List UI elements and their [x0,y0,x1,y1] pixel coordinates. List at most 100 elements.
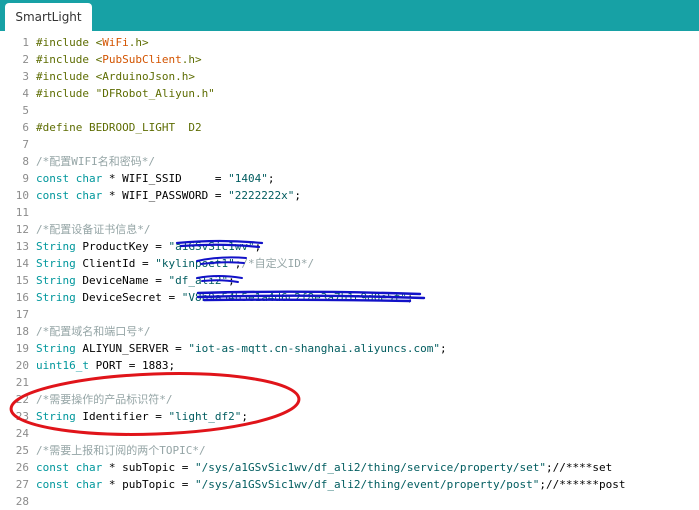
code-line[interactable]: 10 const char * WIFI_PASSWORD = "2222222x… [0,187,699,204]
code-token: ; [241,410,248,423]
code-token: char [75,172,103,185]
code-line[interactable]: 1 #include <WiFi.h> [0,34,699,51]
line-number: 13 [15,240,29,253]
line-number: 8 [22,155,29,168]
code-token: ProductKey = [75,240,169,253]
code-line[interactable]: 17 [0,306,699,323]
code-line[interactable]: 6 #define BEDROOD_LIGHT D2 [0,119,699,136]
code-token: const [36,189,76,202]
code-line[interactable]: 19 String ALIYUN_SERVER = "iot-as-mqtt.cn… [0,340,699,357]
code-token: String [36,274,76,287]
code-line[interactable]: 24 [0,425,699,442]
code-text: /*配置域名和端口号*/ [36,323,151,340]
line-number: 18 [15,325,29,338]
code-token: "a1GSvSic1wv" [168,240,255,253]
code-token: ;//******post [539,478,626,491]
code-token: "light_df2" [168,410,242,423]
line-number: 16 [15,291,29,304]
code-token: #include < [36,53,103,66]
code-token: String [36,240,76,253]
line-number: 12 [15,223,29,236]
code-line[interactable]: 13 String ProductKey = "a1GSvSic1wv"; [0,238,699,255]
code-line[interactable]: 20 uint16_t PORT = 1883; [0,357,699,374]
code-line[interactable]: 15 String DeviceName = "df_ali2"; [0,272,699,289]
code-text: /*配置WIFI名和密码*/ [36,153,155,170]
code-text: String ProductKey = "a1GSvSic1wv"; [36,238,261,255]
code-token: "df_ali2" [168,274,229,287]
code-token: char [75,478,103,491]
code-line[interactable]: 23 String Identifier = "light_df2"; [0,408,699,425]
tab-smartlight[interactable]: SmartLight [5,3,92,31]
code-token: uint16_t [36,359,89,372]
line-number: 7 [22,138,29,151]
code-line[interactable]: 11 [0,204,699,221]
code-text: String ALIYUN_SERVER = "iot-as-mqtt.cn-s… [36,340,447,357]
code-token: .h> [128,36,149,49]
code-token: /*需要上报和订阅的两个TOPIC*/ [36,444,206,457]
line-number: 26 [15,461,29,474]
tab-bar: SmartLight [0,0,699,31]
code-token: ;//****set [545,461,613,474]
code-token: DeviceName = [75,274,169,287]
code-token: PORT = 1883; [88,359,176,372]
code-line[interactable]: 2 #include <PubSubClient.h> [0,51,699,68]
code-line[interactable]: 21 [0,374,699,391]
line-number: 23 [15,410,29,423]
code-token: /*配置设备证书信息*/ [36,223,151,236]
code-token: const [36,478,76,491]
code-text: const char * WIFI_PASSWORD = "2222222x"; [36,187,301,204]
code-line[interactable]: 8 /*配置WIFI名和密码*/ [0,153,699,170]
code-line[interactable]: 9 const char * WIFI_SSID = "1404"; [0,170,699,187]
code-token: /*配置域名和端口号*/ [36,325,151,338]
code-token: String [36,342,76,355]
code-line[interactable]: 14 String ClientId = "kylinpoet1";/*自定义ID… [0,255,699,272]
code-text: /*配置设备证书信息*/ [36,221,151,238]
code-editor[interactable]: 1 #include <WiFi.h> 2 #include <PubSubClien… [0,31,699,508]
code-line[interactable]: 22 /*需要操作的产品标识符*/ [0,391,699,408]
line-number: 4 [22,87,29,100]
code-text: const char * subTopic = "/sys/a1GSvSic1w… [36,459,612,476]
code-token: ; [267,172,275,185]
code-line[interactable]: 12 /*配置设备证书信息*/ [0,221,699,238]
code-token: const [36,172,76,185]
code-text: const char * WIFI_SSID = "1404"; [36,170,274,187]
code-line[interactable]: 7 [0,136,699,153]
code-text: String DeviceSecret = "V8b9a54b5e1a4d6c2… [36,289,414,306]
code-token: char [75,189,103,202]
code-token: * subTopic = [102,461,195,474]
code-line[interactable]: 3 #include <ArduinoJson.h> [0,68,699,85]
code-token: Identifier = [75,410,169,423]
line-number: 22 [15,393,29,406]
code-line[interactable]: 16 String DeviceSecret = "V8b9a54b5e1a4d6… [0,289,699,306]
line-number: 28 [15,495,29,508]
line-number: 19 [15,342,29,355]
code-token: * WIFI_PASSWORD = [102,189,229,202]
code-token: "V8b9a54b5e1a4d6c2f8e3a7b1c9d0e5f" [181,291,407,304]
code-line[interactable]: 18 /*配置域名和端口号*/ [0,323,699,340]
code-line[interactable]: 28 [0,493,699,510]
line-number: 11 [15,206,29,219]
code-text: #include <WiFi.h> [36,34,149,51]
code-line[interactable]: 5 [0,102,699,119]
code-text: #include <ArduinoJson.h> [36,68,195,85]
line-number: 3 [22,70,29,83]
code-token: char [75,461,103,474]
code-token: "/sys/a1GSvSic1wv/df_ali2/thing/event/pr… [194,478,540,491]
code-line[interactable]: 4 #include "DFRobot_Aliyun.h" [0,85,699,102]
code-token: * WIFI_SSID = [102,172,229,185]
code-token: "1404" [228,172,268,185]
line-number: 1 [22,36,29,49]
code-line[interactable]: 27 const char * pubTopic = "/sys/a1GSvSic… [0,476,699,493]
code-text: /*需要上报和订阅的两个TOPIC*/ [36,442,206,459]
code-text: /*需要操作的产品标识符*/ [36,391,173,408]
code-token: "/sys/a1GSvSic1wv/df_ali2/thing/service/… [194,461,546,474]
code-token: .h> [181,53,202,66]
code-line[interactable]: 26 const char * subTopic = "/sys/a1GSvSic… [0,459,699,476]
line-number: 21 [15,376,29,389]
line-number: 9 [22,172,29,185]
line-number: 5 [22,104,29,117]
code-token: #include < [36,36,103,49]
code-line[interactable]: 25 /*需要上报和订阅的两个TOPIC*/ [0,442,699,459]
code-token: /*配置WIFI名和密码*/ [36,155,155,168]
line-number: 20 [15,359,29,372]
